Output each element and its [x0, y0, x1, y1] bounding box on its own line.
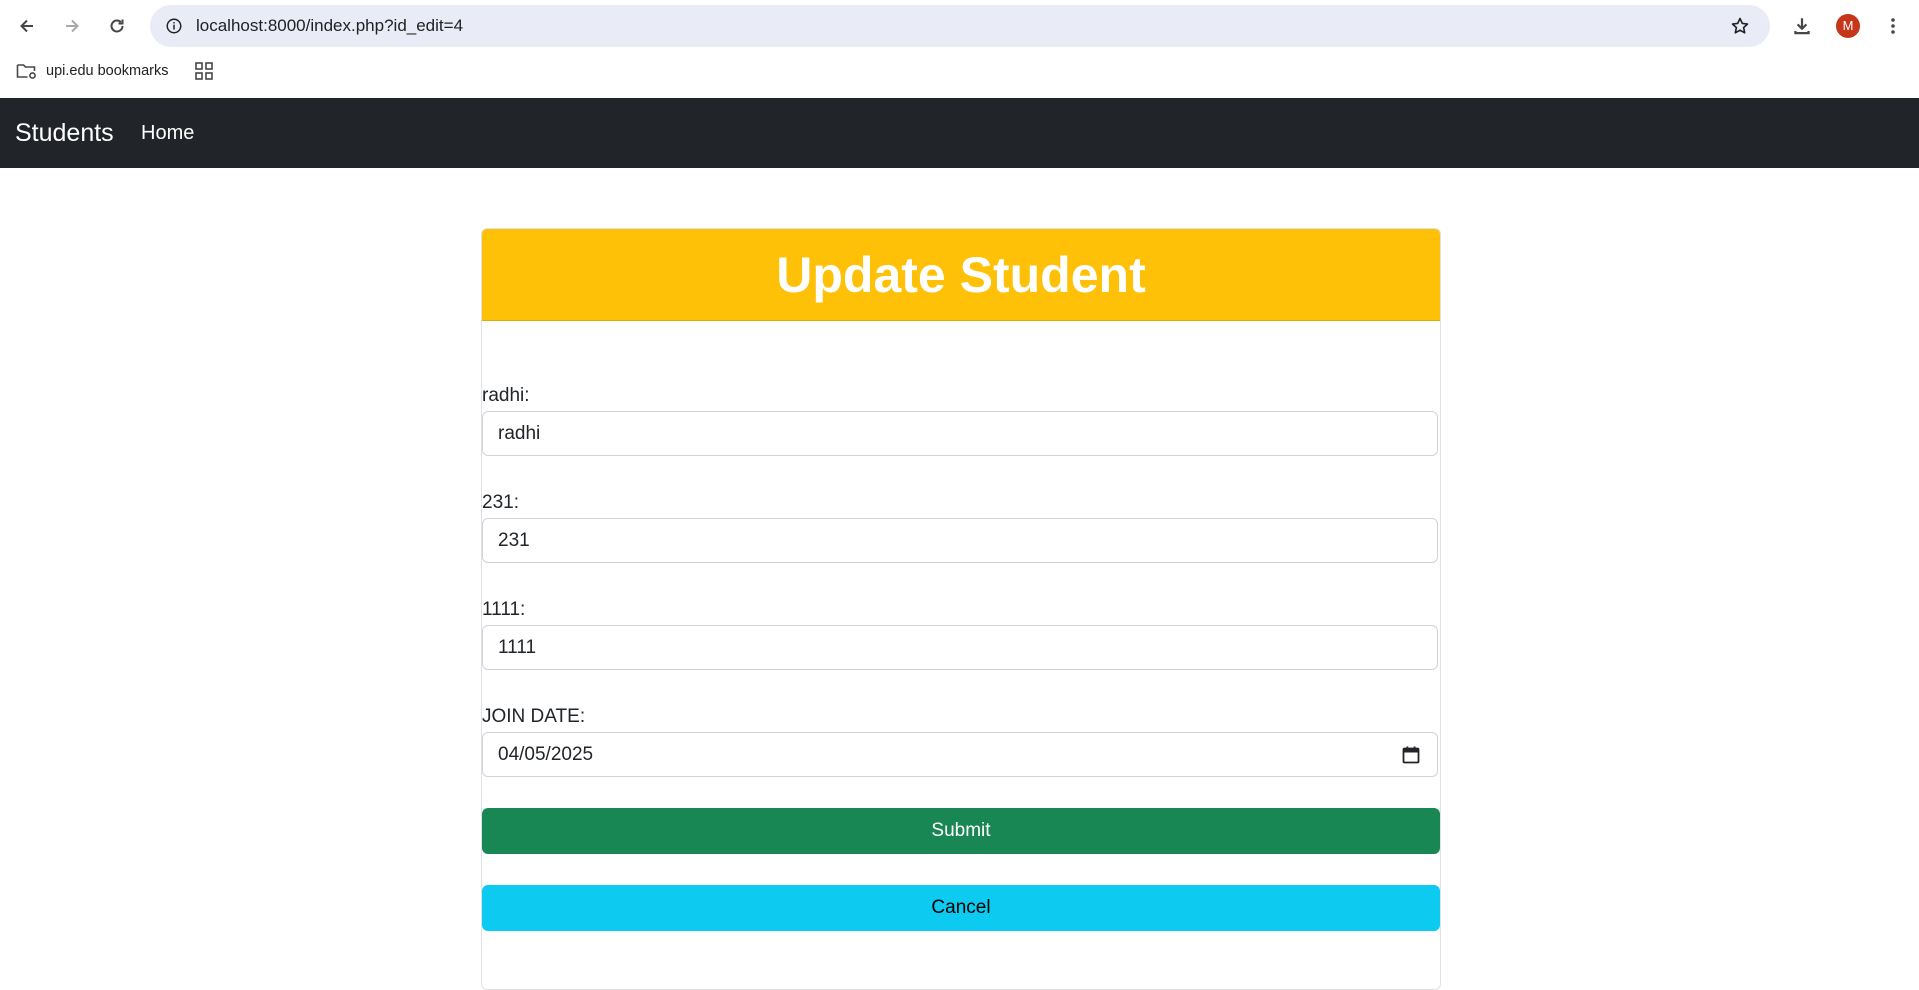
join-date-input[interactable]: 04/05/2025 — [482, 732, 1438, 777]
browser-chrome: localhost:8000/index.php?id_edit=4 M upi… — [0, 0, 1919, 98]
name-input[interactable]: radhi — [482, 411, 1438, 456]
address-bar[interactable]: localhost:8000/index.php?id_edit=4 — [150, 5, 1770, 47]
card-header: Update Student — [482, 229, 1440, 321]
managed-folder-icon — [16, 64, 36, 79]
update-student-card: Update Student radhi: radhi 231: 231 111… — [481, 228, 1441, 990]
number-label: 1111: — [482, 599, 526, 620]
browser-menu-button[interactable] — [1878, 8, 1908, 44]
bookmark-folder-label: upi.edu bookmarks — [46, 63, 169, 79]
apps-grid-icon[interactable] — [194, 61, 214, 81]
number-input[interactable]: 1111 — [482, 625, 1438, 670]
nim-input[interactable]: 231 — [482, 518, 1438, 563]
reload-icon — [110, 19, 124, 33]
bookmark-star-button[interactable] — [1726, 12, 1754, 40]
url-text[interactable]: localhost:8000/index.php?id_edit=4 — [196, 5, 463, 47]
name-label: radhi: — [482, 385, 530, 406]
navbar-brand[interactable]: Students — [15, 98, 114, 168]
bookmark-folder[interactable]: upi.edu bookmarks — [16, 58, 169, 84]
back-button[interactable] — [9, 8, 45, 44]
downloads-button[interactable] — [1784, 8, 1820, 44]
nim-label: 231: — [482, 492, 519, 513]
kebab-menu-icon — [1891, 18, 1895, 34]
back-arrow-icon — [20, 19, 33, 33]
submit-button[interactable]: Submit — [482, 808, 1440, 854]
forward-arrow-icon — [66, 19, 79, 33]
profile-avatar[interactable]: M — [1836, 14, 1860, 38]
download-icon — [1794, 18, 1810, 35]
cancel-button[interactable]: Cancel — [482, 885, 1440, 931]
join-date-value: 04/05/2025 — [498, 744, 594, 765]
nav-link-home[interactable]: Home — [141, 98, 194, 168]
info-icon — [166, 18, 182, 34]
app-navbar: Students Home — [0, 98, 1919, 168]
star-icon — [1731, 17, 1749, 34]
join-date-label: JOIN DATE: — [482, 706, 586, 727]
site-info-button[interactable] — [160, 12, 188, 40]
forward-button[interactable] — [54, 8, 90, 44]
reload-button[interactable] — [99, 8, 135, 44]
page-title: Update Student — [776, 246, 1146, 303]
calendar-icon[interactable] — [1401, 745, 1421, 765]
